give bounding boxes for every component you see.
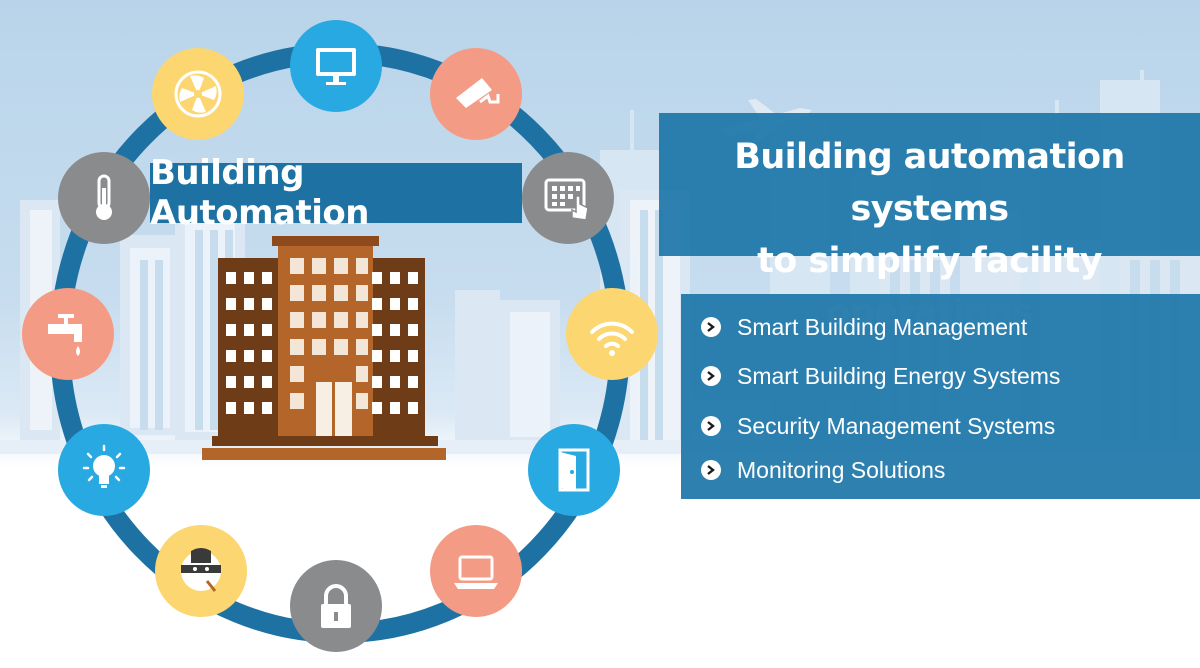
keypad-touch-icon (522, 152, 614, 244)
illustration: Building Automation Building automation … (0, 0, 1200, 668)
building-automation-banner: Building Automation (150, 153, 522, 233)
wifi-icon (566, 288, 658, 380)
water-tap-icon (22, 288, 114, 380)
monitor-icon (290, 20, 382, 112)
feature-label: Smart Building Energy Systems (737, 362, 1061, 389)
feature-label: Security Management Systems (737, 412, 1056, 439)
fan-icon (152, 48, 244, 140)
thermometer-icon (58, 152, 150, 244)
chevron-right-icon (701, 416, 721, 436)
headline-panel: Building automation systems to simplify … (659, 113, 1200, 333)
feature-item: Security Management Systems (701, 411, 1055, 441)
chevron-right-icon (701, 366, 721, 386)
central-building (202, 236, 446, 460)
chevron-right-icon (701, 460, 721, 480)
feature-label: Monitoring Solutions (737, 456, 946, 483)
banner-title: Building Automation (150, 153, 369, 233)
feature-item: Smart Building Management (701, 312, 1027, 342)
light-bulb-icon (58, 424, 150, 516)
laptop-icon (430, 525, 522, 617)
door-icon (528, 424, 620, 516)
chevron-right-icon (701, 317, 721, 337)
headline-line-1: Building automation systems (734, 137, 1125, 229)
feature-item: Monitoring Solutions (701, 455, 945, 485)
padlock-icon (290, 560, 382, 652)
security-camera-icon (430, 48, 522, 140)
features-panel: Smart Building Management Smart Building… (681, 294, 1200, 499)
feature-item: Smart Building Energy Systems (701, 361, 1060, 391)
feature-label: Smart Building Management (737, 313, 1028, 340)
masked-intruder-icon (155, 525, 247, 617)
